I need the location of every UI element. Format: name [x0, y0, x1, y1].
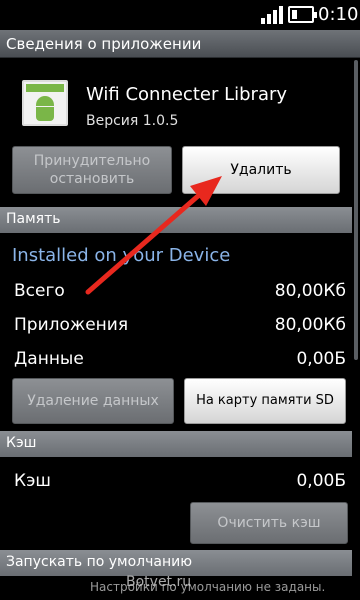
move-to-sd-label: На карту памяти SD [196, 393, 334, 408]
clear-cache-button[interactable]: Очистить кэш [190, 502, 348, 544]
clear-data-label: Удаление данных [27, 393, 159, 409]
scrollbar[interactable] [354, 60, 358, 360]
cache-value: 0,00Б [296, 471, 346, 491]
move-to-sd-button[interactable]: На карту памяти SD [184, 378, 346, 424]
app-name: Wifi Connecter Library [86, 84, 288, 105]
clock: 0:10 [318, 4, 359, 25]
status-bar: 0:10 [0, 0, 360, 30]
clear-cache-label: Очистить кэш [217, 515, 321, 531]
title-bar: Сведения о приложении [0, 30, 360, 58]
total-label: Всего [14, 281, 65, 301]
clear-data-button[interactable]: Удаление данных [12, 378, 174, 424]
force-stop-label: Принудительно остановить [33, 153, 151, 187]
battery-icon [288, 6, 317, 23]
uninstall-label: Удалить [230, 162, 292, 178]
memory-section-header: Память [0, 207, 352, 233]
uninstall-button[interactable]: Удалить [182, 146, 340, 194]
watermark: Botvet.ru [126, 574, 192, 590]
launch-default-section-header: Запускать по умолчанию [0, 550, 352, 576]
data-size-value: 0,00Б [296, 349, 346, 369]
total-value: 80,00Кб [274, 281, 346, 301]
page-title: Сведения о приложении [6, 35, 202, 53]
cache-section-header: Кэш [0, 431, 352, 457]
app-size-value: 80,00Кб [274, 315, 346, 335]
signal-icon [261, 6, 283, 24]
installed-location: Installed on your Device [12, 245, 231, 266]
battery-level-fill [292, 10, 297, 19]
app-version: Версия 1.0.5 [86, 113, 179, 129]
force-stop-button[interactable]: Принудительно остановить [12, 146, 172, 194]
app-size-label: Приложения [14, 315, 129, 335]
cache-label: Кэш [14, 471, 51, 491]
data-size-label: Данные [14, 349, 84, 369]
cache-header-label: Кэш [6, 435, 37, 451]
app-icon [22, 80, 68, 126]
memory-header-label: Память [6, 211, 61, 227]
launch-default-header-label: Запускать по умолчанию [6, 554, 192, 570]
